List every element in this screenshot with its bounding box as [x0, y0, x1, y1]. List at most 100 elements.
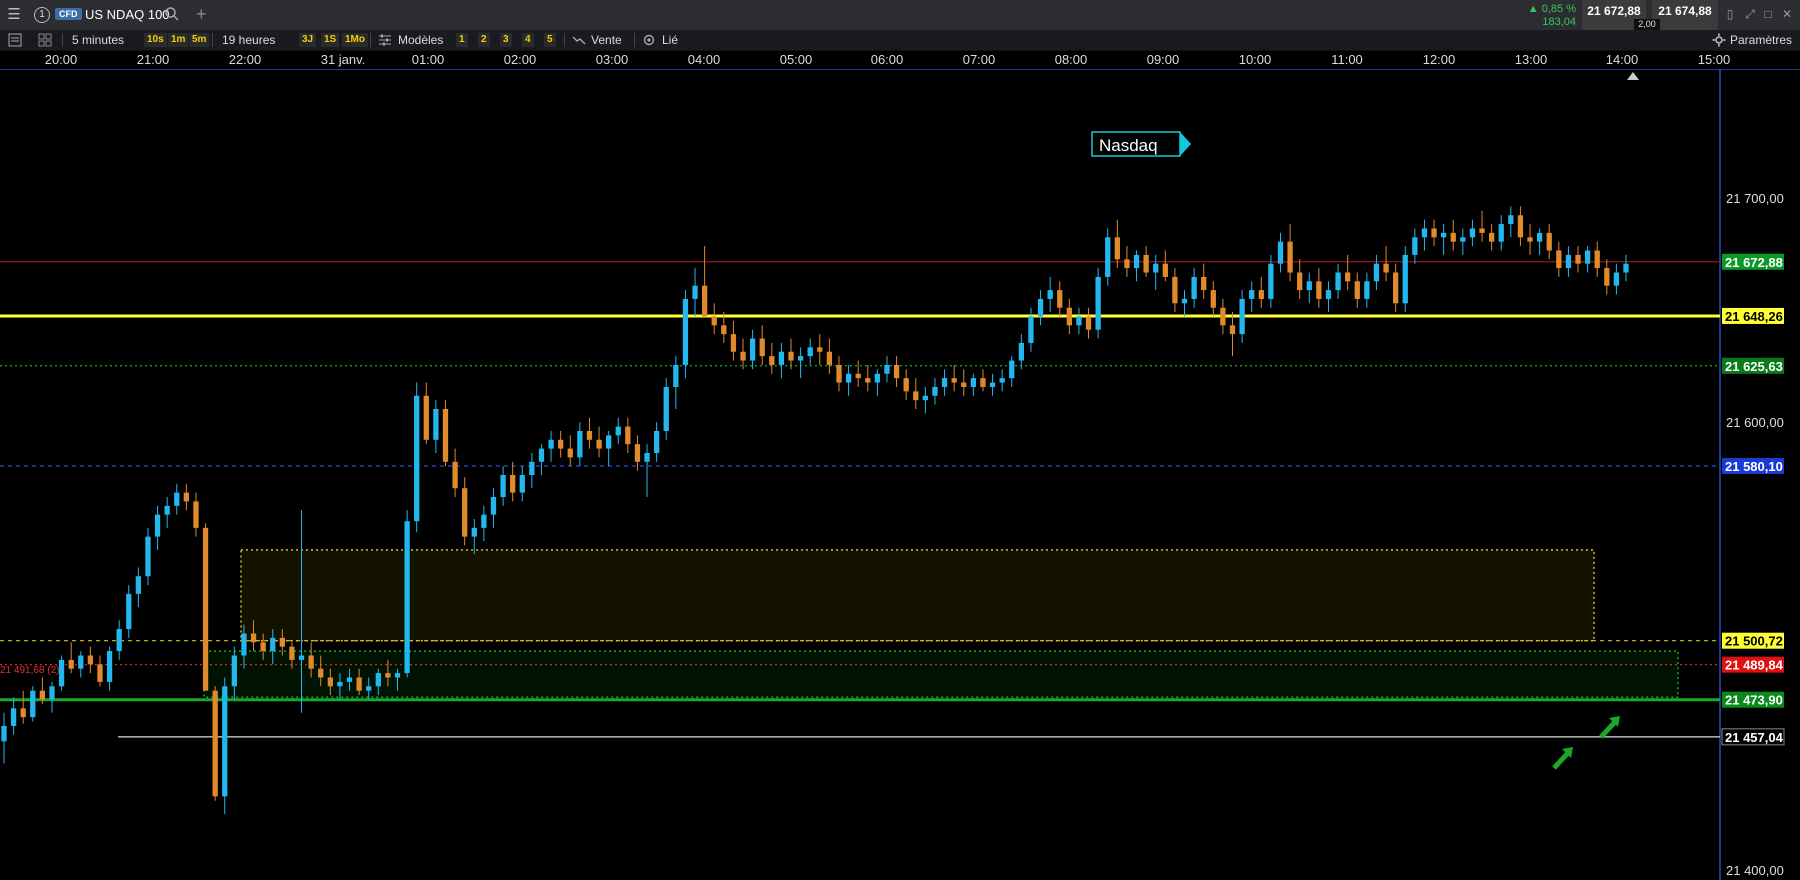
settings-button[interactable]: Paramètres — [1730, 32, 1792, 48]
candle-body — [577, 430, 583, 458]
candle-body — [1517, 215, 1524, 238]
candle-body — [884, 364, 890, 374]
search-icon[interactable] — [164, 6, 180, 22]
candle-body — [980, 378, 986, 387]
candle-body — [1258, 290, 1264, 299]
candle-body — [548, 439, 554, 449]
candle-body — [404, 521, 410, 674]
candle-body — [1076, 316, 1082, 326]
sell-button[interactable]: Vente — [591, 32, 622, 48]
linked-button[interactable]: Lié — [662, 32, 678, 48]
interval-select[interactable]: 5 minutes — [72, 32, 124, 48]
candle-body — [1536, 232, 1543, 242]
candle-body — [260, 642, 266, 652]
candle-body — [1047, 290, 1053, 299]
range-3j[interactable]: 3J — [299, 33, 317, 47]
candle-body — [529, 461, 535, 475]
candle-body — [1431, 228, 1437, 238]
price-level-value: 21 489,84 — [1725, 658, 1784, 673]
candle-body — [1306, 281, 1312, 291]
model-3[interactable]: 3 — [500, 33, 512, 47]
link-icon[interactable] — [642, 34, 656, 46]
candle-body — [1565, 254, 1572, 269]
close-icon[interactable]: ✕ — [1779, 6, 1795, 22]
candle-body — [673, 364, 679, 387]
candle-body — [356, 677, 362, 691]
candle-body — [279, 637, 285, 647]
candle-body — [1181, 298, 1188, 304]
panel-icon[interactable]: ▯ — [1722, 6, 1738, 22]
candle-body — [519, 475, 525, 493]
time-label: 08:00 — [1054, 52, 1088, 67]
time-label: 09:00 — [1146, 52, 1180, 67]
candle-body — [1373, 263, 1380, 282]
candle-body — [1479, 228, 1485, 233]
candle-body — [1162, 263, 1168, 277]
candle-body — [1584, 250, 1591, 264]
settings-icon[interactable] — [1712, 33, 1726, 47]
candle-body — [135, 576, 142, 594]
maximize-icon[interactable]: □ — [1760, 6, 1776, 22]
candle-body — [1469, 228, 1476, 238]
candle-body — [644, 452, 650, 462]
interval-5m[interactable]: 5m — [189, 33, 210, 47]
candle-body — [855, 373, 861, 379]
model-4[interactable]: 4 — [522, 33, 534, 47]
interval-10s[interactable]: 10s — [144, 33, 167, 47]
candle-body — [1594, 250, 1600, 269]
candle-body — [1268, 263, 1274, 299]
layout-icon[interactable] — [38, 33, 52, 47]
candle-body — [663, 386, 669, 431]
candle-body — [1018, 342, 1024, 361]
time-label: 04:00 — [687, 52, 721, 67]
window-number[interactable]: 1 — [34, 7, 50, 23]
candle-body — [337, 681, 343, 687]
candle-body — [452, 461, 458, 489]
clipped-level-label: 21 491,68 (2) — [0, 665, 60, 676]
range-1mo[interactable]: 1Mo — [342, 33, 368, 47]
candle-body — [174, 492, 180, 506]
zones — [203, 549, 1679, 699]
add-tab-icon[interactable]: + — [196, 4, 207, 25]
candle-body — [740, 351, 746, 361]
time-label: 11:00 — [1331, 52, 1363, 67]
candle-body — [30, 690, 36, 718]
price-chart[interactable]: 21 491,68 (2) Nasdaq 21 700,00 21 600,00… — [0, 70, 1800, 880]
candle-body — [1191, 276, 1197, 299]
interval-1m[interactable]: 1m — [168, 33, 189, 47]
candle-body — [10, 708, 17, 726]
list-icon[interactable] — [8, 33, 22, 47]
candle-body — [1441, 232, 1447, 238]
candle-body — [692, 285, 698, 299]
time-label: 06:00 — [870, 52, 904, 67]
change-percent: ▲ 0,85 % — [1527, 3, 1576, 15]
title-bar: ☰ 1 CFD US NDAQ 100 + ▲ 0,85 % 183,04 21… — [0, 0, 1800, 31]
buy-price-button[interactable]: 21 674,88 — [1652, 0, 1718, 30]
candle-body — [78, 655, 84, 669]
detach-icon[interactable]: ⤢ — [1742, 6, 1758, 22]
candle-body — [97, 664, 103, 682]
candle-body — [961, 382, 967, 387]
candle-body — [250, 633, 257, 643]
range-1s[interactable]: 1S — [321, 33, 340, 47]
hamburger-menu-icon[interactable]: ☰ — [6, 7, 22, 23]
candle-body — [289, 646, 295, 660]
models-icon[interactable] — [378, 34, 392, 46]
candle-body — [1412, 237, 1418, 255]
model-5[interactable]: 5 — [544, 33, 556, 47]
green-zone — [203, 650, 1679, 699]
price-level-value: 21 473,90 — [1725, 693, 1783, 708]
sell-trend-icon[interactable] — [572, 34, 586, 46]
models-label[interactable]: Modèles — [398, 32, 443, 48]
nasdaq-annotation[interactable]: Nasdaq — [1091, 131, 1191, 157]
candle-body — [653, 430, 660, 453]
candle-body — [769, 356, 775, 365]
candle-body — [701, 285, 708, 317]
model-1[interactable]: 1 — [456, 33, 468, 47]
model-2[interactable]: 2 — [478, 33, 490, 47]
candle-body — [1095, 276, 1101, 330]
symbol-name[interactable]: US NDAQ 100 — [85, 7, 170, 22]
candle-body — [1105, 237, 1111, 277]
range-select[interactable]: 19 heures — [222, 32, 275, 48]
candle-body — [922, 395, 929, 401]
